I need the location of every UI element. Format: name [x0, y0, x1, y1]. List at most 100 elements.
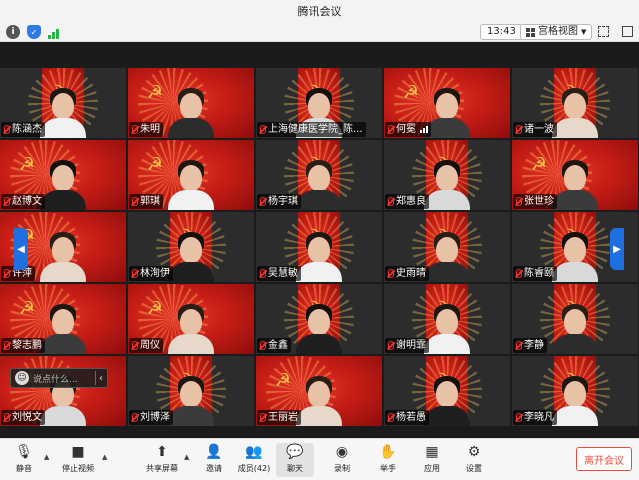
muted-mic-icon — [516, 341, 522, 350]
shield-icon[interactable]: ✓ — [27, 25, 41, 39]
participant-tile[interactable]: ☭ 朱明 — [128, 68, 254, 138]
participant-face — [180, 309, 202, 335]
participant-body — [40, 190, 86, 210]
participant-face — [564, 165, 586, 191]
participant-name-tag: 史雨晴 — [385, 266, 429, 281]
participant-name-tag: 吴慧敏 — [257, 266, 301, 281]
emblem-icon: ☭ — [18, 154, 36, 175]
participant-face — [180, 165, 202, 191]
participant-name: 杨宇琪 — [268, 196, 298, 207]
participant-body — [296, 190, 342, 210]
apps-button[interactable]: ▦ 应用 — [412, 443, 452, 477]
participant-tile[interactable]: ☭史雨晴 — [384, 212, 510, 282]
title-bar: 腾讯会议 — [0, 0, 639, 22]
signal-icon[interactable] — [46, 25, 60, 39]
chevron-left-icon[interactable]: ‹ — [99, 373, 103, 384]
meeting-window: 腾讯会议 i ✓ 13:43 宫格视图 ▼ ☭陈涵杰☭朱明☭上海健康医学院_陈.… — [0, 0, 639, 480]
participant-name-tag: 林洵伊 — [129, 266, 173, 281]
window-mode-icon[interactable] — [622, 26, 633, 37]
participant-tile[interactable]: ☭吴慧敏 — [256, 212, 382, 282]
chat-button[interactable]: 💬 聊天 — [276, 443, 314, 477]
emoji-icon[interactable]: ☺ — [15, 371, 29, 385]
record-label: 录制 — [334, 464, 350, 473]
participant-face — [436, 165, 458, 191]
raise-hand-button[interactable]: ✋ 举手 — [368, 443, 408, 477]
info-icon[interactable]: i — [6, 25, 20, 39]
participant-face — [564, 237, 586, 263]
participant-face — [180, 237, 202, 263]
participant-face — [308, 381, 330, 407]
record-button[interactable]: ◉ 录制 — [322, 443, 362, 477]
participant-tile[interactable]: ☭诸一波 — [512, 68, 638, 138]
microphone-icon: 🎙 — [15, 444, 33, 460]
participant-tile[interactable]: ☭ 郭琪 — [128, 140, 254, 210]
invite-label: 邀请 — [206, 464, 222, 473]
participant-tile[interactable]: ☭ 赵博文 — [0, 140, 126, 210]
chevron-up-icon[interactable]: ▲ — [102, 453, 107, 461]
chevron-up-icon[interactable]: ▲ — [184, 453, 189, 461]
divider — [95, 371, 96, 385]
participant-tile[interactable]: ☭ 黎志鹏 — [0, 284, 126, 354]
leave-meeting-button[interactable]: 离开会议 — [576, 447, 632, 471]
participant-tile[interactable]: ☭谢明霏 — [384, 284, 510, 354]
chat-input-placeholder[interactable]: 说点什么... — [33, 372, 78, 385]
prev-page-button[interactable]: ◀ — [14, 228, 28, 270]
emblem-icon: ☭ — [146, 82, 164, 103]
participant-body — [296, 334, 342, 354]
share-screen-button[interactable]: ⬆ 共享屏幕 — [142, 443, 182, 477]
participant-body — [552, 190, 598, 210]
participant-name: 张世珍 — [524, 196, 554, 207]
participant-body — [168, 334, 214, 354]
chevron-up-icon[interactable]: ▲ — [44, 453, 49, 461]
participant-tile[interactable]: ☭刘悦文 — [0, 356, 126, 426]
muted-mic-icon — [516, 269, 522, 278]
settings-button[interactable]: ⚙ 设置 — [454, 443, 494, 477]
participant-body — [296, 406, 342, 426]
participant-tile[interactable]: ☭杨宇琪 — [256, 140, 382, 210]
stop-video-button[interactable]: ■ 停止视频 — [56, 443, 100, 477]
participant-tile[interactable]: ☭林洵伊 — [128, 212, 254, 282]
participant-tile[interactable]: ☭李晓凡 — [512, 356, 638, 426]
participant-face — [180, 381, 202, 407]
participant-name: 黎志鹏 — [12, 340, 42, 351]
chat-icon: 💬 — [286, 444, 304, 460]
participant-tile[interactable]: ☭上海健康医学院_陈... — [256, 68, 382, 138]
participant-body — [424, 334, 470, 354]
participant-face — [180, 93, 202, 119]
participant-tile[interactable]: ☭ 何冕 — [384, 68, 510, 138]
participant-tile[interactable]: ☭杨若愚 — [384, 356, 510, 426]
window-title: 腾讯会议 — [297, 5, 342, 18]
hand-icon: ✋ — [379, 444, 397, 460]
participant-tile[interactable]: ☭郑惠良 — [384, 140, 510, 210]
participant-name: 周仪 — [140, 340, 160, 351]
participant-tile[interactable]: ☭陈涵杰 — [0, 68, 126, 138]
participant-tile[interactable]: ☭金鑫 — [256, 284, 382, 354]
mute-button[interactable]: 🎙 静音 — [4, 443, 44, 477]
participant-tile[interactable]: ☭刘博泽 — [128, 356, 254, 426]
participant-tile[interactable]: ☭ 王丽岩 — [256, 356, 382, 426]
participant-name-tag: 李晓凡 — [513, 410, 557, 425]
chevron-down-icon: ▼ — [581, 28, 587, 36]
participant-body — [40, 118, 86, 138]
view-mode-label: 宫格视图 — [538, 26, 578, 37]
participant-name-tag: 赵博文 — [1, 194, 45, 209]
stop-video-label: 停止视频 — [62, 464, 94, 473]
participant-name: 刘悦文 — [12, 412, 42, 423]
apps-label: 应用 — [424, 464, 440, 473]
participant-tile[interactable]: ☭ 周仪 — [128, 284, 254, 354]
invite-button[interactable]: 👤 邀请 — [194, 443, 234, 477]
share-screen-icon: ⬆ — [156, 444, 168, 460]
next-page-button[interactable]: ▶ — [610, 228, 624, 270]
participant-tile[interactable]: ☭ 张世珍 — [512, 140, 638, 210]
muted-mic-icon — [260, 125, 266, 134]
gear-icon: ⚙ — [467, 444, 481, 460]
participant-name: 史雨晴 — [396, 268, 426, 279]
participant-tile[interactable]: ☭李静 — [512, 284, 638, 354]
quick-chat-bar[interactable]: ☺ 说点什么... ‹ — [10, 368, 108, 388]
fullscreen-icon[interactable] — [598, 26, 609, 37]
view-mode-button[interactable]: 宫格视图 ▼ — [520, 24, 593, 40]
muted-mic-icon — [388, 269, 394, 278]
members-button[interactable]: 👥 成员(42) — [234, 443, 274, 477]
muted-mic-icon — [4, 341, 10, 350]
participant-face — [436, 381, 458, 407]
